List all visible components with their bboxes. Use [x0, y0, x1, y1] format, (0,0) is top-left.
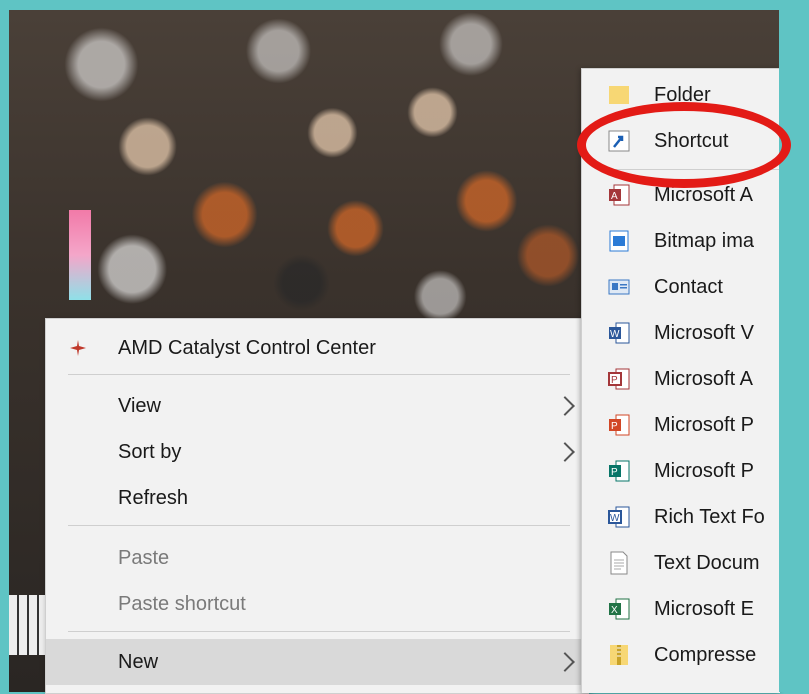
menu-item-view[interactable]: View [46, 383, 588, 429]
submenu-item-label: Microsoft A [654, 367, 753, 390]
submenu-item-publisher[interactable]: P Microsoft P [582, 449, 780, 493]
wallpaper-detail [69, 210, 91, 300]
submenu-item-label: Text Docum [654, 551, 760, 574]
menu-item-paste-shortcut[interactable]: Paste shortcut [46, 581, 588, 627]
folder-icon [609, 86, 629, 104]
frame-border [779, 0, 809, 692]
chevron-right-icon [555, 396, 575, 416]
submenu-item-label: Bitmap ima [654, 229, 755, 252]
powerpoint-icon: P [609, 414, 630, 436]
submenu-item-label: Compresse [654, 643, 757, 666]
svg-text:W: W [610, 513, 620, 524]
menu-item-paste[interactable]: Paste [46, 535, 588, 581]
menu-item-amd-catalyst[interactable]: AMD Catalyst Control Center [46, 325, 588, 371]
annotation-highlight-ring [577, 102, 791, 188]
svg-text:P: P [611, 421, 618, 432]
submenu-item-label: Rich Text Fo [654, 505, 765, 528]
menu-item-label: View [118, 394, 161, 417]
svg-text:A: A [611, 191, 618, 202]
submenu-item-label: Microsoft E [654, 597, 755, 620]
submenu-item-label: Microsoft P [654, 413, 755, 436]
chevron-right-icon [555, 652, 575, 672]
menu-separator [68, 525, 570, 526]
rtf-icon: W [608, 506, 630, 528]
submenu-item-label: Microsoft V [654, 321, 755, 344]
menu-item-label: Paste shortcut [118, 592, 246, 615]
excel-icon: X [609, 598, 630, 620]
submenu-item-excel[interactable]: X Microsoft E [582, 587, 780, 631]
submenu-item-compressed[interactable]: Compresse [582, 633, 780, 677]
chevron-right-icon [555, 442, 575, 462]
menu-item-label: Sort by [118, 440, 182, 463]
amd-catalyst-icon [70, 340, 86, 356]
menu-item-new[interactable]: New [46, 639, 588, 685]
text-doc-icon [610, 551, 628, 575]
menu-item-label: AMD Catalyst Control Center [118, 336, 376, 359]
menu-item-label: New [118, 650, 159, 673]
menu-item-sort-by[interactable]: Sort by [46, 429, 588, 475]
submenu-item-label: Microsoft P [654, 459, 755, 482]
svg-text:X: X [611, 605, 618, 616]
bitmap-icon [609, 230, 629, 252]
svg-text:P: P [611, 375, 618, 386]
publisher-icon: P [609, 460, 630, 482]
submenu-item-contact[interactable]: Contact [582, 265, 780, 309]
zip-folder-icon [610, 645, 628, 665]
submenu-item-text-document[interactable]: Text Docum [582, 541, 780, 585]
submenu-item-label: Contact [654, 275, 723, 298]
submenu-item-access-pub[interactable]: P Microsoft A [582, 357, 780, 401]
svg-text:P: P [611, 467, 618, 478]
word-icon: W [609, 322, 630, 344]
access-icon: A [609, 184, 630, 206]
submenu-item-powerpoint[interactable]: P Microsoft P [582, 403, 780, 447]
menu-item-label: Refresh [118, 486, 189, 509]
menu-item-refresh[interactable]: Refresh [46, 475, 588, 521]
contact-icon [608, 279, 630, 295]
menu-separator [68, 374, 570, 375]
svg-text:W: W [610, 329, 620, 340]
submenu-item-word[interactable]: W Microsoft V [582, 311, 780, 355]
submenu-item-rtf[interactable]: W Rich Text Fo [582, 495, 780, 539]
desktop-context-menu: AMD Catalyst Control Center View Sort by… [45, 318, 589, 694]
submenu-item-bitmap[interactable]: Bitmap ima [582, 219, 780, 263]
menu-item-label: Paste [118, 546, 170, 569]
access-pub-icon: P [608, 368, 630, 390]
menu-separator [68, 631, 570, 632]
